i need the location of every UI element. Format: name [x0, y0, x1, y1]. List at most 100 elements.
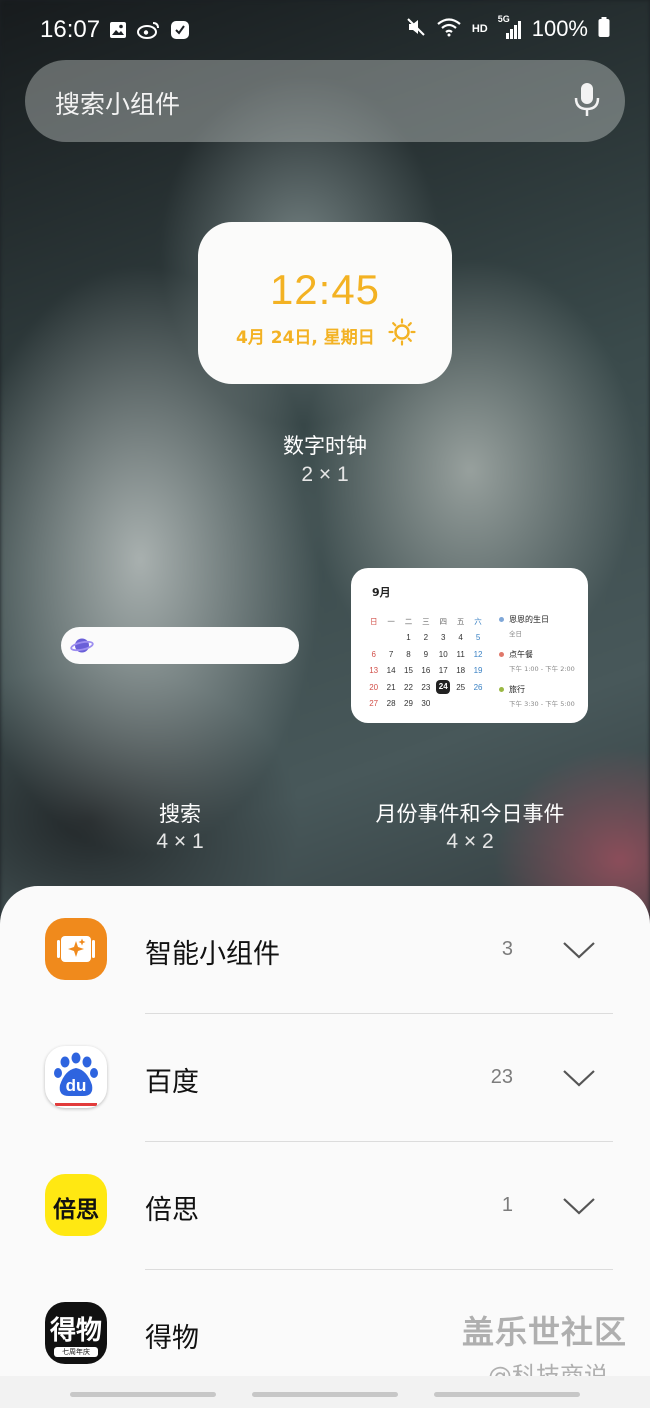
- calendar-event: 点午餐下午 1:00 - 下午 2:00: [499, 649, 584, 673]
- calendar-weekday: 三: [422, 616, 430, 626]
- calendar-week-row: 13 14 15 16 17 18 19: [365, 663, 491, 680]
- battery-icon: [598, 16, 610, 42]
- nav-back-button[interactable]: [434, 1392, 580, 1397]
- chevron-down-icon[interactable]: [562, 940, 596, 964]
- calendar-week-row: 27 28 29 30: [365, 696, 491, 713]
- calendar-day: 10: [438, 649, 448, 659]
- app-name: 智能小组件: [145, 939, 280, 970]
- search-widget-size: 4 × 1: [156, 830, 204, 853]
- calendar-day: 7: [388, 649, 394, 659]
- app-row-smart-widget[interactable]: 智能小组件 3: [0, 886, 650, 1014]
- event-dot: [499, 687, 504, 692]
- app-name: 倍思: [145, 1195, 199, 1226]
- search-widget-label: 搜索: [159, 802, 201, 826]
- signal-icon: 5G: [498, 14, 522, 40]
- calendar-day: 16: [421, 666, 431, 676]
- calendar-event: 旅行下午 3:30 - 下午 5:00: [499, 684, 584, 708]
- app-row-baidu[interactable]: du 百度 23: [0, 1014, 650, 1142]
- app-name: 得物: [145, 1323, 199, 1354]
- calendar-day: 14: [386, 666, 396, 676]
- gallery-icon: [108, 20, 128, 44]
- event-time: 下午 1:00 - 下午 2:00: [509, 665, 575, 673]
- nav-home-button[interactable]: [252, 1392, 398, 1397]
- event-dot: [499, 617, 504, 622]
- digital-clock-label: 数字时钟: [283, 434, 367, 458]
- search-widget-preview[interactable]: [61, 627, 299, 664]
- chevron-down-icon[interactable]: [562, 1196, 596, 1220]
- calendar-day: 25: [456, 682, 466, 692]
- event-dot: [499, 652, 504, 657]
- calendar-widget-size: 4 × 2: [446, 830, 494, 853]
- digital-clock-widget-preview[interactable]: 12:45 4月 24日, 星期日: [198, 222, 452, 384]
- calendar-day: 9: [423, 649, 429, 659]
- calendar-week-row: 20 21 22 23 24 25 26: [365, 679, 491, 696]
- calendar-weekday: 日: [369, 616, 378, 626]
- dewu-icon-text: 得物: [49, 1316, 102, 1346]
- calendar-day: 2: [423, 633, 429, 643]
- calendar-day: 26: [473, 682, 483, 692]
- search-placeholder: 搜索小组件: [55, 90, 181, 119]
- nav-recents-button[interactable]: [70, 1392, 216, 1397]
- baidu-icon-text: du: [65, 1076, 87, 1095]
- calendar-day: 15: [404, 666, 413, 676]
- calendar-day: 21: [386, 682, 396, 692]
- digital-clock-size: 2 × 1: [301, 463, 349, 486]
- calendar-widget-preview[interactable]: 9月 日一二三四五六 1 2 3 4 5 6 7 8 9 10 11 12 13 14 15 16 17 18 19 2…: [351, 568, 588, 723]
- calendar-month: 9月: [372, 586, 391, 599]
- baseus-icon: 倍思: [45, 1174, 107, 1236]
- weibo-icon: [137, 20, 161, 44]
- calendar-day: 17: [438, 666, 448, 676]
- clock-preview-time: 12:45: [269, 266, 381, 313]
- event-time: 下午 3:30 - 下午 5:00: [509, 700, 575, 708]
- widget-count: 23: [490, 1066, 513, 1088]
- calendar-day: 19: [473, 666, 483, 676]
- calendar-weekday: 五: [456, 616, 465, 626]
- hd-indicator: HD: [471, 23, 488, 35]
- sun-icon: [388, 318, 416, 350]
- calendar-widget-label: 月份事件和今日事件: [375, 802, 565, 826]
- calendar-events: 恩恩的生日 全日点午餐下午 1:00 - 下午 2:00 旅行下午 3:30 - 下…: [499, 614, 584, 719]
- widget-search-bar[interactable]: 搜索小组件: [25, 60, 625, 142]
- calendar-day: 11: [456, 649, 465, 659]
- calendar-day: 3: [441, 633, 446, 643]
- app-name: 百度: [145, 1067, 199, 1098]
- event-title: 旅行: [509, 685, 525, 694]
- calendar-today: 24: [435, 680, 452, 695]
- calendar-weekday: 六: [474, 616, 482, 626]
- mute-icon: [406, 17, 426, 42]
- baidu-icon: du: [45, 1046, 107, 1108]
- widget-count: 1: [501, 1194, 513, 1216]
- calendar-day: 12: [473, 649, 483, 659]
- status-time: 16:07: [40, 16, 101, 43]
- clock-check-icon: [170, 20, 190, 44]
- calendar-day: 22: [404, 682, 413, 692]
- calendar-day: 8: [406, 649, 411, 659]
- app-row-baseus[interactable]: 倍思 倍思 1: [0, 1142, 650, 1270]
- calendar-day: 1: [406, 633, 411, 643]
- status-bar: 16:07 HD 5G 100%: [0, 0, 650, 60]
- calendar-grid: 日一二三四五六 1 2 3 4 5 6 7 8 9 10 11 12 13 14 15 16 17 18 19 20 21…: [365, 613, 491, 712]
- mic-icon[interactable]: [573, 82, 601, 122]
- wifi-icon: [436, 17, 462, 42]
- chevron-down-icon[interactable]: [562, 1068, 596, 1092]
- widget-count: 3: [501, 938, 513, 960]
- calendar-weekday-row: 日一二三四五六: [365, 613, 491, 630]
- planet-icon: [70, 635, 94, 660]
- calendar-day: 20: [369, 682, 379, 692]
- calendar-week-row: 6 7 8 9 10 11 12: [365, 646, 491, 663]
- calendar-day: 6: [371, 649, 376, 659]
- calendar-weekday: 一: [387, 616, 395, 626]
- clock-preview-date: 4月 24日, 星期日: [236, 328, 375, 348]
- baseus-icon-text: 倍思: [53, 1197, 99, 1223]
- calendar-day: 23: [421, 682, 431, 692]
- calendar-weekday: 四: [439, 616, 448, 626]
- event-title: 点午餐: [509, 650, 533, 659]
- calendar-day: 29: [404, 699, 413, 709]
- calendar-day: 27: [369, 699, 379, 709]
- battery-percent: 100%: [531, 16, 588, 41]
- calendar-event: 恩恩的生日 全日: [499, 614, 584, 638]
- calendar-day: 30: [421, 699, 431, 709]
- event-title: 恩恩的生日: [509, 615, 549, 624]
- calendar-weekday: 二: [404, 616, 413, 626]
- calendar-day: 18: [456, 666, 466, 676]
